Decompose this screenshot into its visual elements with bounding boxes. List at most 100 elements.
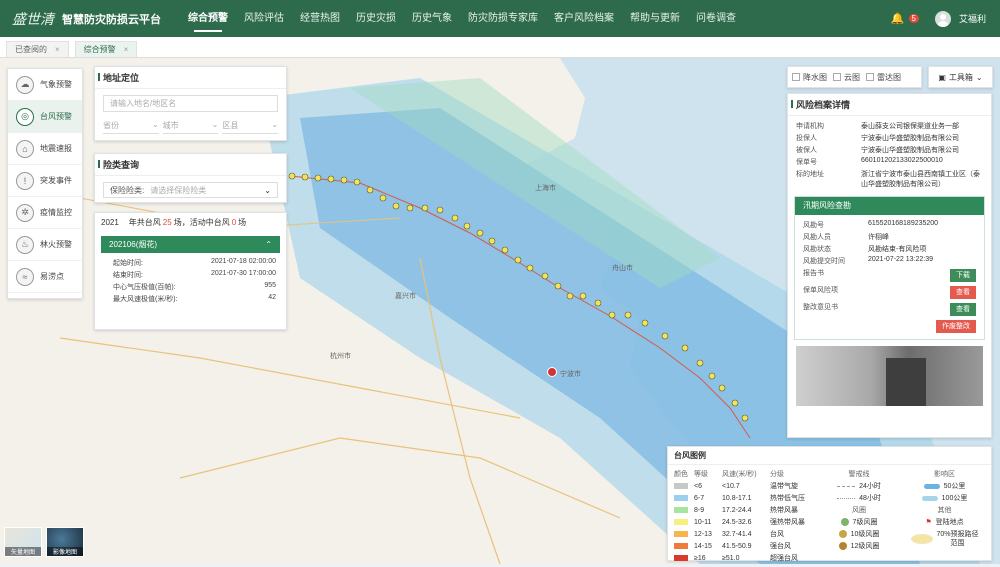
sidebar-item-label: 林火预警 [40,240,72,249]
field-value: 许栩峰 [868,234,889,241]
detail-key: 起始时间: [113,260,143,267]
sidebar-item-flood[interactable]: ≈ 易涝点 [8,261,82,293]
year-select[interactable]: 2021 [101,218,119,227]
toolbox-button[interactable]: ▣ 工具箱 ⌄ [928,66,993,88]
insurance-select[interactable]: 保险险类: 请选择保险险类 ⌄ [103,182,278,198]
field-key: 风勘提交时间 [803,258,845,265]
tab-bar: 已查阅的 × 综合预警 × [0,37,1000,58]
legend-header: 影响区 [934,471,955,478]
thumb-label: 影像地图 [47,547,83,556]
nav-item-history-loss[interactable]: 历史灾损 [348,0,404,37]
legend-item: 12级风圈 [850,543,880,550]
download-button[interactable]: 下载 [950,269,976,282]
field-value: 风勘结束-有风险项 [868,246,927,253]
flood-survey-card: 汛期风险查勘 风勘号 615520168189235200 风勘人员 许栩峰 风勘状… [794,196,985,340]
legend-row: 12-13 32.7-41.4 台风 [674,528,814,540]
legend-row: ≥16 ≥51.0 超强台风 [674,552,814,564]
nav-item-experts[interactable]: 防灾防损专家库 [460,0,546,37]
landing-point[interactable] [547,367,557,377]
detail-value: 2021-07-18 02:00:00 [211,258,276,265]
legend-track: 警戒线 24小时 48小时 风圈 7级风圈 10级风圈 12级风圈 [814,468,904,564]
toolbox-label: 工具箱 [948,72,973,82]
sidebar-item-label: 易涝点 [40,272,64,281]
province-select[interactable]: 省份 ⌄ [103,120,159,134]
insurance-placeholder: 请选择保险险类 [150,185,207,195]
flood-field: 报告书 下载 [795,267,984,284]
field-key: 风勘人员 [803,234,831,241]
address-input[interactable]: 请输入地名/地区名 [103,95,278,112]
risk-title: 风险档案详情 [788,94,991,116]
place-label: 嘉兴市 [395,291,416,300]
close-icon[interactable]: × [55,45,60,54]
city-select[interactable]: 城市 ⌄ [162,120,219,134]
select-label: 城市 [162,121,179,130]
app-logo[interactable]: 盛世清 智慧防灾防损云平台 [12,9,180,29]
legend-grade-table: 颜色 等级 风速(米/秒) 分级 <6 <10.7 温带气旋 6-7 10.8-17.… [674,468,814,564]
sidebar-item-emergency[interactable]: ! 突发事件 [8,165,82,197]
field-key: 申请机构 [796,123,824,130]
nav-item-history-weather[interactable]: 历史气象 [404,0,460,37]
logo-script: 盛世清 [12,11,54,28]
nav-item-survey[interactable]: 问卷调查 [688,0,744,37]
site-photo[interactable] [796,346,983,406]
legend-row: <6 <10.7 温带气旋 [674,480,814,492]
tab-label: 综合预警 [83,45,116,54]
tab-viewed[interactable]: 已查阅的 × [6,41,69,57]
nav-item-customer[interactable]: 客户风险档案 [546,0,622,37]
field-key: 投保人 [796,135,817,142]
place-label: 杭州市 [330,351,351,360]
nav-item-risk[interactable]: 风险评估 [236,0,292,37]
legend-header: 警戒线 [848,471,870,478]
layer-radar-checkbox[interactable]: 雷达图 [866,72,901,83]
chevron-down-icon: ⌄ [271,120,279,129]
view-rectify-button[interactable]: 查看 [950,303,976,316]
vector-map-thumb[interactable]: 矢量地图 [4,527,42,557]
sidebar-item-earthquake[interactable]: ⌂ 地震速报 [8,133,82,165]
top-bar: 盛世清 智慧防灾防损云平台 综合预警 风险评估 经营热图 历史灾损 历史气象 防… [0,0,1000,37]
typhoon-count: 25 [162,218,172,227]
void-rectify-button[interactable]: 作废整改 [936,320,976,333]
nav-item-warning[interactable]: 综合预警 [180,0,236,37]
close-icon[interactable]: × [124,45,129,54]
layer-label: 云图 [844,72,860,82]
typhoon-name: 202106(烟花) [109,240,158,249]
typhoon-selected[interactable]: 202106(烟花) ⌃ [101,236,280,253]
view-risk-button[interactable]: 查看 [950,286,976,299]
layer-label: 雷达图 [877,72,901,82]
nav-item-help[interactable]: 帮助与更新 [622,0,688,37]
alert-icon: ! [16,171,34,190]
typhoon-summary: 2021 年共台风 25 场，活动中台风 0 场 [95,213,286,232]
location-panel: 地址定位 请输入地名/地区名 省份 ⌄ 城市 ⌄ 区县 ⌄ [94,66,287,141]
sidebar-item-fire[interactable]: ♨ 林火预警 [8,229,82,261]
basemap-switcher: 矢量地图 影像地图 [4,527,84,557]
field-key: 风勘号 [803,222,824,229]
app-title: 智慧防灾防损云平台 [62,13,161,26]
district-select[interactable]: 区县 ⌄ [222,120,279,134]
legend-row: 14-15 41.5-50.9 强台风 [674,540,814,552]
field-key: 被保人 [796,147,817,154]
flood-field: 风勘号 615520168189235200 [795,219,984,231]
sidebar-item-label: 气象预警 [40,80,72,89]
legend-title: 台风图例 [668,447,991,465]
nav-item-heatmap[interactable]: 经营热图 [292,0,348,37]
typhoon-legend: 台风图例 颜色 等级 风速(米/秒) 分级 <6 <10.7 温带气旋 6-7 10.… [667,446,992,564]
avatar[interactable] [934,10,951,27]
sidebar-item-typhoon[interactable]: ◎ 台风预警 [8,101,82,133]
satellite-map-thumb[interactable]: 影像地图 [46,527,84,557]
field-value: 宁波泰山华盛塑胶制品有限公司 [861,147,959,154]
risk-field: 投保人 宁波泰山华盛塑胶制品有限公司 [788,132,991,144]
user-name[interactable]: 艾福利 [959,12,986,25]
bell-icon[interactable]: 🔔 [891,12,905,25]
tab-warning[interactable]: 综合预警 × [74,41,138,57]
insurance-title: 险类查询 [95,154,286,176]
detail-value: 955 [264,282,276,289]
sidebar-item-weather[interactable]: ☁ 气象预警 [8,69,82,101]
summary-text: 场，活动中台风 [173,218,230,227]
detail-row: 中心气压极值(百帕): 955 [95,281,286,293]
flood-title: 汛期风险查勘 [795,197,984,215]
field-value: 660101202133022500010 [861,157,943,164]
layer-rain-checkbox[interactable]: 降水图 [792,72,827,83]
earthquake-icon: ⌂ [16,139,34,158]
sidebar-item-epidemic[interactable]: ✲ 疫情监控 [8,197,82,229]
layer-cloud-checkbox[interactable]: 云图 [833,72,860,83]
